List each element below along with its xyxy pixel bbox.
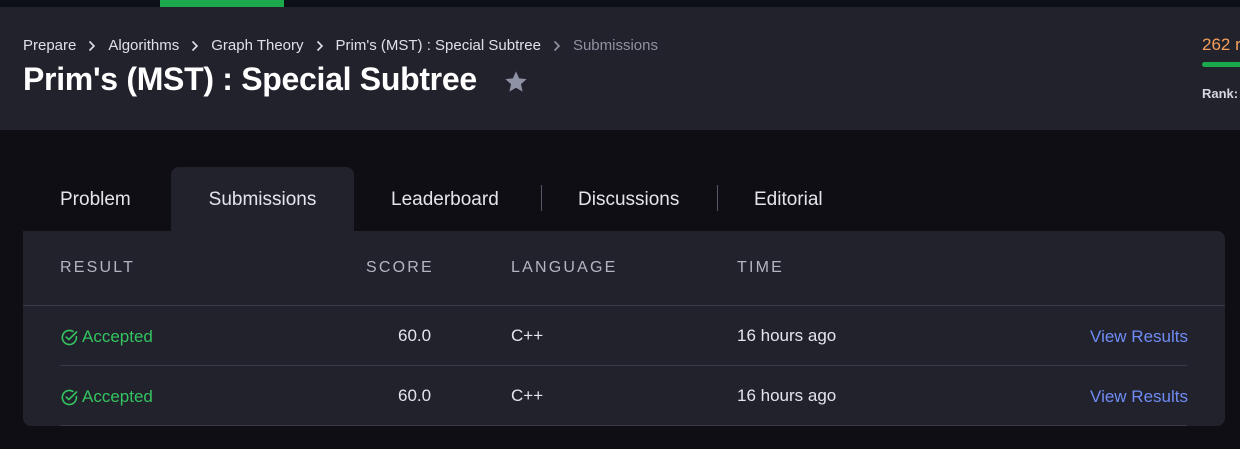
check-circle-icon xyxy=(61,389,78,405)
time-cell: 16 hours ago xyxy=(737,326,837,345)
breadcrumb: Prepare Algorithms Graph Theory Prim's (… xyxy=(23,37,658,54)
tab-problem[interactable]: Problem xyxy=(60,167,131,231)
status-badge: Accepted xyxy=(60,327,153,347)
score-value: 262 r xyxy=(1202,35,1240,54)
status-badge: Accepted xyxy=(60,387,153,407)
header-result: RESULT xyxy=(60,259,136,276)
rank-label: Rank: xyxy=(1202,86,1239,101)
chevron-right-icon xyxy=(316,40,323,51)
active-nav-indicator xyxy=(160,0,284,7)
top-nav-strip xyxy=(0,0,1240,7)
status-text: Accepted xyxy=(82,327,153,346)
row-divider xyxy=(60,425,1187,426)
breadcrumb-problem[interactable]: Prim's (MST) : Special Subtree xyxy=(336,37,541,54)
score-widget: 262 r Rank: xyxy=(1202,35,1240,101)
chevron-right-icon xyxy=(89,40,96,51)
tab-leaderboard[interactable]: Leaderboard xyxy=(391,167,499,231)
header-time: TIME xyxy=(737,259,785,276)
view-results-link[interactable]: View Results xyxy=(1090,327,1188,347)
tab-submissions[interactable]: Submissions xyxy=(171,167,354,231)
chevron-right-icon xyxy=(192,40,199,51)
language-cell: C++ xyxy=(511,326,544,345)
star-icon[interactable] xyxy=(503,69,529,95)
header-language: LANGUAGE xyxy=(511,259,618,276)
chevron-right-icon xyxy=(553,40,561,51)
breadcrumb-graph-theory[interactable]: Graph Theory xyxy=(211,37,303,54)
breadcrumb-submissions: Submissions xyxy=(572,37,658,54)
view-results-link[interactable]: View Results xyxy=(1090,387,1188,407)
score-progress-bar xyxy=(1202,62,1240,67)
score-cell: 60.0 xyxy=(398,386,432,405)
page-title: Prim's (MST) : Special Subtree xyxy=(23,61,477,97)
time-cell: 16 hours ago xyxy=(737,386,837,405)
status-text: Accepted xyxy=(82,387,153,406)
breadcrumb-prepare[interactable]: Prepare xyxy=(23,37,76,54)
header-score: SCORE xyxy=(366,259,434,276)
tab-divider xyxy=(717,185,718,211)
breadcrumb-algorithms[interactable]: Algorithms xyxy=(108,37,179,54)
tab-editorial[interactable]: Editorial xyxy=(754,167,823,231)
table-row: Accepted 60.0 C++ 16 hours ago View Resu… xyxy=(23,366,1225,426)
problem-tabs: Problem Submissions Leaderboard Discussi… xyxy=(23,167,1225,231)
score-cell: 60.0 xyxy=(398,326,432,345)
tab-discussions[interactable]: Discussions xyxy=(578,167,679,231)
submissions-table: RESULT SCORE LANGUAGE TIME Accepted 60.0… xyxy=(23,231,1225,426)
page-header: Prepare Algorithms Graph Theory Prim's (… xyxy=(0,7,1240,130)
check-circle-icon xyxy=(61,329,78,345)
tab-divider xyxy=(541,185,542,211)
table-row: Accepted 60.0 C++ 16 hours ago View Resu… xyxy=(23,306,1225,366)
language-cell: C++ xyxy=(511,386,544,405)
